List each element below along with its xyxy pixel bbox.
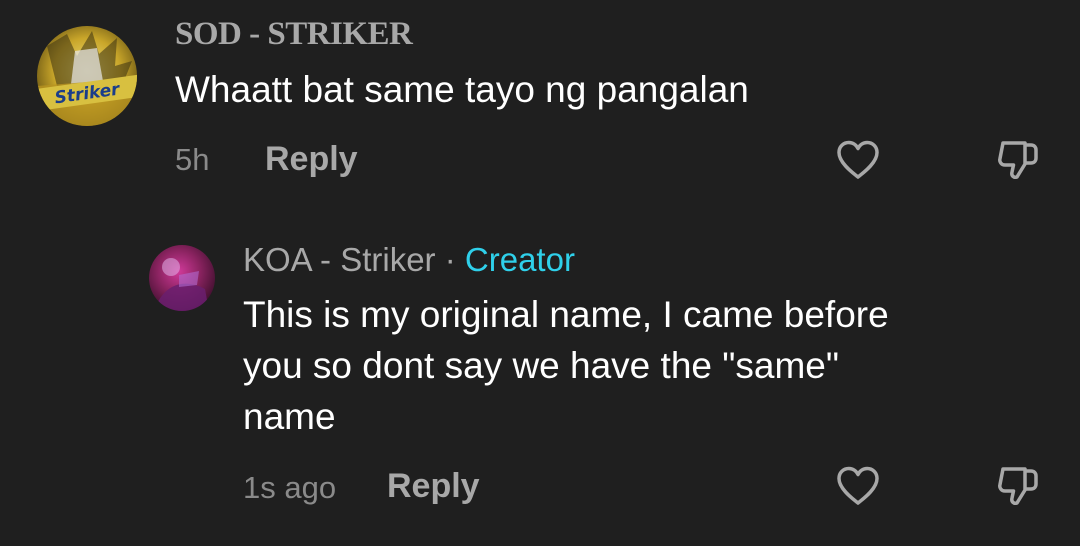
dislike-button[interactable]: [993, 135, 1043, 185]
reply-username-line: KOA - Striker · Creator: [243, 241, 575, 279]
comment: Striker SOD - STRIKER Whaatt bat same ta…: [0, 0, 1080, 200]
reply-timestamp: 1s ago: [243, 470, 337, 505]
heart-icon: [837, 466, 879, 505]
reply-button[interactable]: Reply: [265, 140, 358, 179]
reply-text-line: This is my original name, I came before: [243, 294, 889, 335]
avatar-image: Striker: [37, 26, 137, 126]
like-button[interactable]: [833, 135, 883, 185]
username-separator: ·: [444, 241, 456, 278]
comment-text: Whaatt bat same tayo ng pangalan: [175, 69, 749, 110]
dislike-icon: [998, 467, 1038, 505]
comment-username[interactable]: SOD - STRIKER: [175, 16, 413, 53]
reply-username[interactable]: KOA - Striker: [243, 241, 436, 278]
avatar[interactable]: Striker: [37, 26, 137, 126]
reply-comment: KOA - Striker · Creator This is my origi…: [0, 230, 1080, 530]
reply-text-line: you so dont say we have the "same": [243, 345, 839, 386]
reply-dislike-button[interactable]: [993, 461, 1043, 511]
reply-text: This is my original name, I came before …: [243, 289, 1043, 442]
creator-badge: Creator: [464, 241, 575, 278]
heart-icon: [837, 140, 879, 179]
dislike-icon: [998, 141, 1038, 179]
reply-to-reply-button[interactable]: Reply: [387, 467, 480, 506]
reply-like-button[interactable]: [833, 461, 883, 511]
comment-timestamp: 5h: [175, 142, 210, 177]
reply-avatar[interactable]: [149, 245, 215, 311]
reply-avatar-image: [149, 245, 215, 311]
reply-text-line: name: [243, 396, 336, 437]
